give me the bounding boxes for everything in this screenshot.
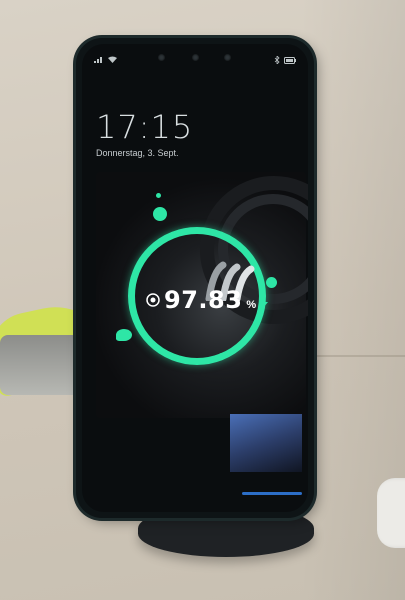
charge-percent-row: 97.83 % (146, 286, 269, 314)
front-camera-right (224, 54, 231, 61)
charging-bubble (116, 329, 132, 341)
notification-thumbnail[interactable] (230, 414, 302, 472)
charge-percent-unit: % (246, 299, 257, 311)
front-camera-left (158, 54, 165, 61)
smartphone: 17:15 Donnerstag, 3. Sept. 97.83 % (76, 38, 314, 518)
charging-bubble (156, 193, 161, 198)
white-cup (377, 478, 405, 548)
bluetooth-icon (274, 55, 280, 66)
battery-icon (284, 56, 296, 66)
charging-bubble (218, 353, 225, 360)
clock-time: 17:15 (96, 108, 194, 146)
charge-percent-value: 97.83 (164, 286, 243, 314)
clock-date: Donnerstag, 3. Sept. (96, 148, 179, 158)
wireless-charging-icon (146, 292, 160, 313)
lightning-icon (260, 295, 269, 313)
lock-screen[interactable]: 17:15 Donnerstag, 3. Sept. 97.83 % (82, 44, 308, 512)
wifi-icon (108, 56, 117, 65)
status-bar-right (274, 55, 296, 66)
charging-indicator: 97.83 % (116, 193, 280, 379)
signal-icon (94, 56, 104, 65)
home-indicator-bar[interactable] (242, 492, 302, 495)
front-camera-center (192, 54, 199, 61)
status-bar-left (94, 56, 117, 65)
charging-bubble (153, 207, 167, 221)
